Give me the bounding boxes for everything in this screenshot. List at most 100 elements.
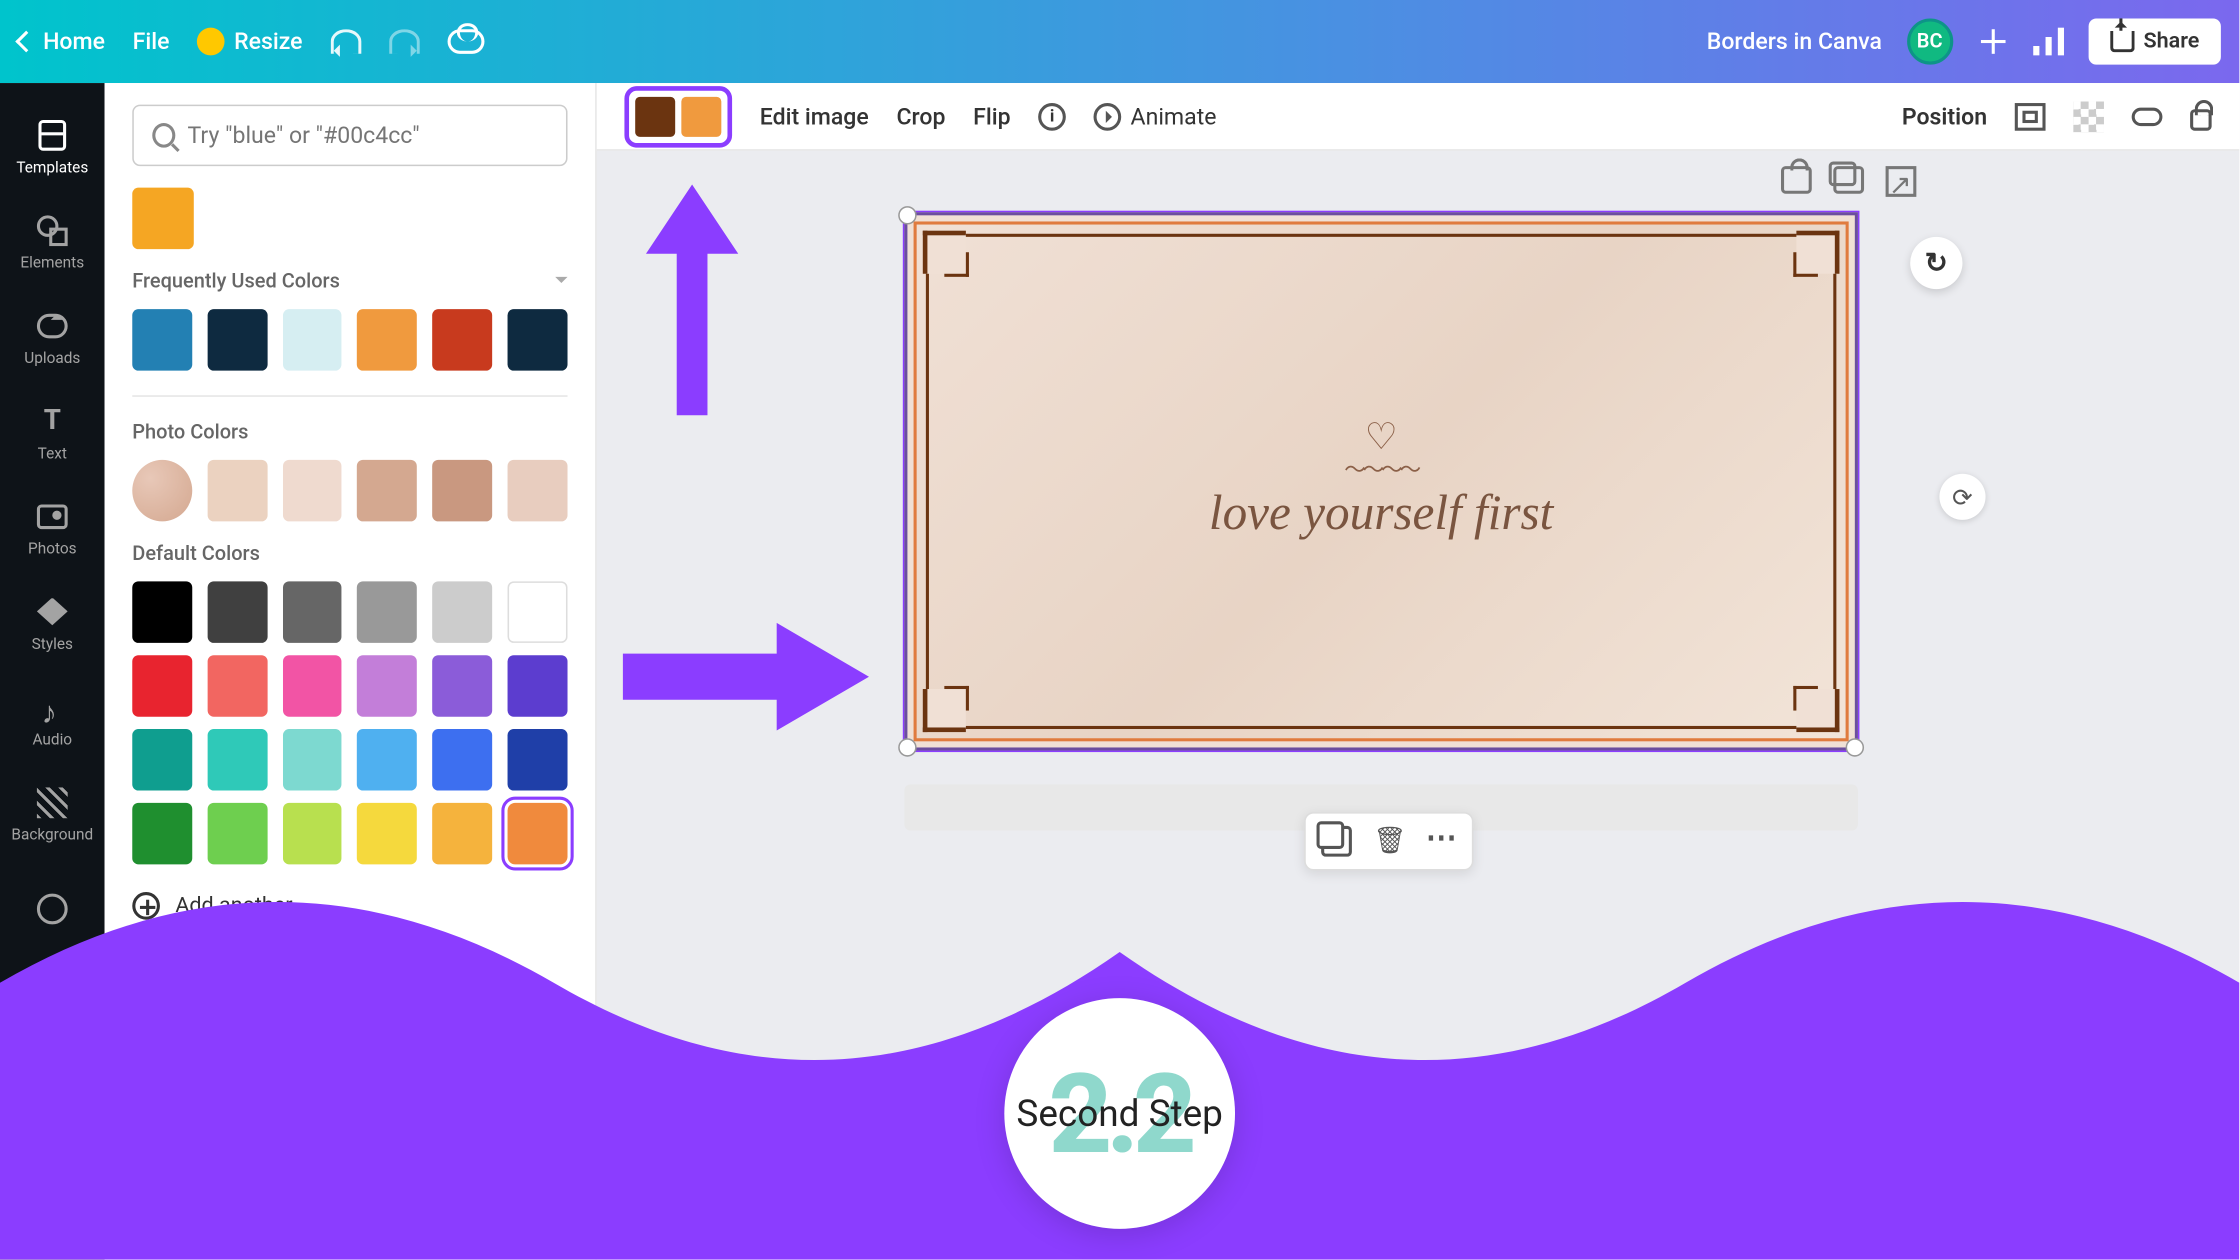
share-button[interactable]: Share xyxy=(2088,18,2221,64)
heart-icon: ♡ xyxy=(1365,415,1398,458)
design-canvas[interactable]: ♡ ～～～～ love yourself first xyxy=(904,212,1858,750)
page-unlock-icon[interactable] xyxy=(1781,166,1812,194)
rail-photos[interactable]: Photos xyxy=(0,480,105,575)
file-menu[interactable]: File xyxy=(133,28,170,56)
default-color-swatch[interactable] xyxy=(358,803,418,865)
photo-color-swatch[interactable] xyxy=(207,460,267,522)
notes-label[interactable]: Notes xyxy=(661,1222,718,1247)
default-color-swatch[interactable] xyxy=(358,729,418,791)
add-another-button[interactable]: Add another xyxy=(132,892,567,920)
default-color-swatch[interactable] xyxy=(508,729,568,791)
rail-styles[interactable]: Styles xyxy=(0,575,105,670)
redo-icon[interactable] xyxy=(389,29,420,54)
default-color-swatch[interactable] xyxy=(207,803,267,865)
sync-icon[interactable] xyxy=(1939,474,1985,520)
animate-button[interactable]: Animate xyxy=(1094,102,1217,130)
freq-color-swatch[interactable] xyxy=(282,309,342,371)
resize-handle[interactable] xyxy=(898,738,916,756)
default-color-swatch[interactable] xyxy=(282,803,342,865)
cloud-save-icon[interactable] xyxy=(447,29,484,54)
default-color-swatch[interactable] xyxy=(433,581,493,643)
info-icon[interactable]: i xyxy=(1038,102,1066,130)
edit-image-button[interactable]: Edit image xyxy=(760,102,869,130)
default-color-swatch[interactable] xyxy=(282,581,342,643)
photo-color-swatch[interactable] xyxy=(508,460,568,522)
default-color-swatch[interactable] xyxy=(508,803,568,865)
layers-icon[interactable] xyxy=(2015,102,2046,130)
insights-icon[interactable] xyxy=(2033,28,2064,56)
share-label: Share xyxy=(2143,29,2199,54)
default-color-swatch[interactable] xyxy=(358,581,418,643)
duplicate-icon[interactable] xyxy=(1321,826,1352,857)
rail-uploads[interactable]: Uploads xyxy=(0,289,105,384)
help-icon[interactable]: ? xyxy=(2184,1219,2215,1250)
styles-icon xyxy=(37,598,68,626)
default-color-swatch[interactable] xyxy=(207,729,267,791)
default-color-swatch[interactable] xyxy=(132,729,192,791)
default-color-swatch[interactable] xyxy=(358,655,418,717)
fullscreen-icon[interactable] xyxy=(2144,1222,2169,1247)
more-icon[interactable] xyxy=(1426,826,1457,857)
flip-button[interactable]: Flip xyxy=(973,102,1010,130)
search-input[interactable] xyxy=(188,122,548,150)
add-collaborator-icon[interactable] xyxy=(1977,26,2008,57)
resize-handle[interactable] xyxy=(898,206,916,224)
app-header: Home File Resize Borders in Canva BC Sha… xyxy=(0,0,2239,83)
page-export-icon[interactable] xyxy=(1886,166,1917,194)
photo-color-swatch[interactable] xyxy=(132,460,192,522)
user-avatar[interactable]: BC xyxy=(1907,18,1953,64)
transparency-icon[interactable] xyxy=(2073,101,2104,132)
default-colors-heading: Default Colors xyxy=(132,543,567,566)
position-button[interactable]: Position xyxy=(1902,102,1987,130)
link-icon[interactable] xyxy=(2132,107,2163,125)
back-home-button[interactable]: Home xyxy=(18,28,105,56)
photo-color-swatch[interactable] xyxy=(358,460,418,522)
page-view-icon[interactable]: 1 xyxy=(2101,1222,2129,1247)
default-color-swatch[interactable] xyxy=(282,729,342,791)
freq-color-swatch[interactable] xyxy=(207,309,267,371)
freq-colors-heading: Frequently Used Colors xyxy=(132,271,567,294)
color-swatch-1[interactable] xyxy=(635,96,675,136)
lock-icon[interactable] xyxy=(2190,108,2212,130)
rail-elements[interactable]: Elements xyxy=(0,194,105,289)
page-duplicate-icon[interactable] xyxy=(1833,166,1864,194)
freq-color-swatch[interactable] xyxy=(508,309,568,371)
element-colors[interactable] xyxy=(624,85,732,147)
default-color-swatch[interactable] xyxy=(508,581,568,643)
color-swatch-2[interactable] xyxy=(681,96,721,136)
default-color-swatch[interactable] xyxy=(433,803,493,865)
default-color-swatch[interactable] xyxy=(132,655,192,717)
context-toolbar: Edit image Crop Flip i Animate Position xyxy=(597,83,2240,151)
photo-color-swatch[interactable] xyxy=(433,460,493,522)
crop-button[interactable]: Crop xyxy=(896,102,945,130)
recent-swatch[interactable] xyxy=(132,188,194,250)
freq-color-swatch[interactable] xyxy=(358,309,418,371)
default-color-swatch[interactable] xyxy=(132,581,192,643)
document-title[interactable]: Borders in Canva xyxy=(1707,28,1882,56)
freq-color-swatch[interactable] xyxy=(433,309,493,371)
chevron-down-icon[interactable] xyxy=(555,276,567,288)
color-search[interactable] xyxy=(132,105,567,167)
rail-templates[interactable]: Templates xyxy=(0,98,105,193)
resize-button[interactable]: Resize xyxy=(197,28,302,56)
default-color-swatch[interactable] xyxy=(207,581,267,643)
default-color-swatch[interactable] xyxy=(508,655,568,717)
default-color-swatch[interactable] xyxy=(282,655,342,717)
default-color-swatch[interactable] xyxy=(433,729,493,791)
default-color-swatch[interactable] xyxy=(207,655,267,717)
resize-handle[interactable] xyxy=(1846,738,1864,756)
text-icon: T xyxy=(44,404,61,436)
undo-icon[interactable] xyxy=(330,29,361,54)
freq-color-swatch[interactable] xyxy=(132,309,192,371)
regenerate-icon[interactable] xyxy=(1910,237,1962,289)
rail-background[interactable]: Background xyxy=(0,766,105,861)
trash-icon[interactable] xyxy=(1373,826,1404,857)
photo-color-swatch[interactable] xyxy=(282,460,342,522)
notes-icon[interactable] xyxy=(621,1223,646,1245)
default-color-swatch[interactable] xyxy=(433,655,493,717)
rail-more[interactable] xyxy=(0,861,105,956)
default-color-swatch[interactable] xyxy=(132,803,192,865)
quote-text[interactable]: love yourself first xyxy=(907,484,1854,541)
rail-text[interactable]: T Text xyxy=(0,385,105,480)
rail-audio[interactable]: Audio xyxy=(0,671,105,766)
